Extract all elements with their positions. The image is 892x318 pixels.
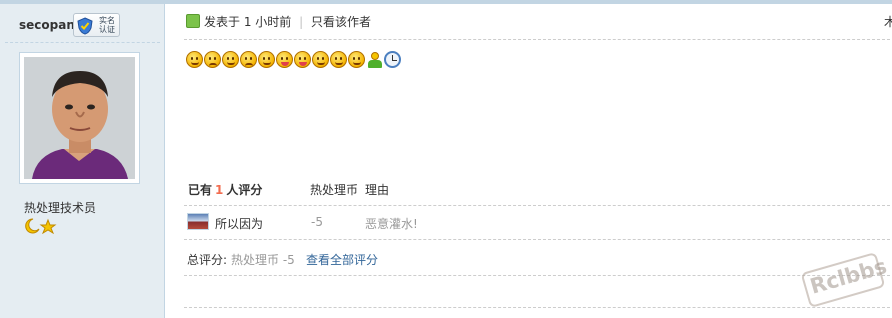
sweat-icon [330,51,347,68]
post-content-emoticons [186,51,401,68]
moon-star-rank-icon [25,218,57,235]
rating-divider-2 [184,239,890,240]
footer-divider [184,307,890,308]
sidebar-divider [5,42,160,43]
rating-count-header: 已有 1 人评分 [188,181,262,198]
tongue-wink-icon [294,51,311,68]
verified-badge-label: 实名认证 [99,16,115,34]
total-rating-value: 热处理币 -5 [231,253,295,267]
author-username[interactable]: secopan [19,18,75,32]
posted-label: 发表于 [204,15,241,29]
avatar[interactable] [19,52,140,184]
shy-icon [312,51,329,68]
post-meta: 发表于 1 小时前 | 只看该作者 [204,13,371,30]
author-only-link[interactable]: 只看该作者 [311,15,371,29]
truncated-header-text: 木 [884,15,892,29]
verified-badge[interactable]: 实名认证 [73,13,120,37]
rating-header-prefix: 已有 [188,183,213,197]
rating-header-suffix: 人评分 [226,183,263,197]
avatar-portrait-icon [24,57,135,179]
smile-icon [186,51,203,68]
grin-icon [222,51,239,68]
person-icon [366,51,383,68]
watermark-text: Rclbbs [807,254,890,299]
dizzy-icon [258,51,275,68]
user-rank-title: 热处理技术员 [24,201,97,215]
rating-divider-1 [184,205,890,206]
rank-icons [24,218,58,237]
avatar-photo [24,57,135,179]
total-rating-label: 总评分: [187,253,228,267]
rating-reason: 恶意灌水! [365,217,418,231]
meta-separator: | [299,15,304,29]
watermark-stamp: Rclbbs [800,251,890,309]
rater-avatar[interactable] [187,213,209,230]
rating-divider-3 [184,275,890,276]
rater-name[interactable]: 所以因为 [215,215,263,232]
view-all-ratings-link[interactable]: 查看全部评分 [306,251,378,268]
rating-count: 1 [215,183,224,197]
rating-reason-column: 理由 [365,183,390,197]
post-time: 1 小时前 [243,15,292,29]
clock-icon [384,51,401,68]
tongue-icon [276,51,293,68]
author-sidebar: secopan 实名认证 热处理技术员 [0,4,165,318]
rating-currency-column: 热处理币 [310,183,359,197]
rating-score: -5 [311,215,323,229]
header-divider [184,39,890,40]
online-status-icon [186,14,200,28]
laugh-icon [348,51,365,68]
cry-icon [240,51,257,68]
shield-icon [77,17,93,35]
sad-icon [204,51,221,68]
